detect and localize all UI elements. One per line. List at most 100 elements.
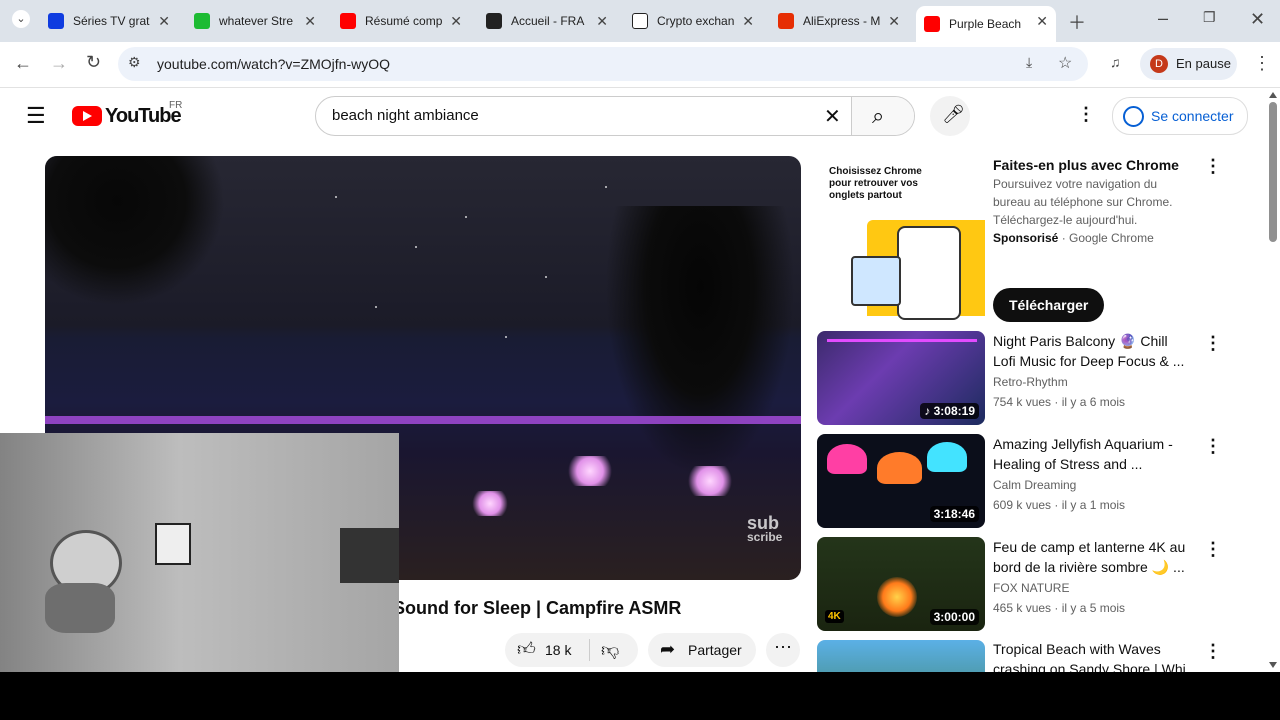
hamburger-menu-icon[interactable]: ☰ — [26, 103, 46, 129]
browser-tab-active[interactable]: Purple Beach ✕ — [916, 6, 1056, 42]
forward-icon[interactable]: → — [50, 53, 68, 74]
star — [505, 336, 507, 338]
channel-name[interactable]: Calm Dreaming — [993, 476, 1076, 494]
media-controls-icon[interactable]: ♫ — [1110, 54, 1121, 70]
browser-tab[interactable]: Accueil - FRA ✕ — [486, 6, 616, 36]
channel-name[interactable]: FOX NATURE — [993, 579, 1069, 597]
minimize-icon[interactable]: – — [1158, 8, 1168, 29]
signin-button[interactable]: Se connecter — [1112, 97, 1248, 135]
star — [605, 186, 607, 188]
video-menu-icon[interactable]: ⋮ — [1204, 436, 1222, 457]
close-tab-icon[interactable]: ✕ — [1036, 13, 1048, 30]
close-tab-icon[interactable]: ✕ — [596, 13, 608, 30]
tab-favicon-icon — [778, 13, 794, 29]
browser-tab[interactable]: AliExpress - M ✕ — [778, 6, 908, 36]
browser-tab[interactable]: Résumé comp ✕ — [340, 6, 470, 36]
4k-badge: 4K — [825, 610, 844, 623]
close-tab-icon[interactable]: ✕ — [450, 13, 462, 30]
ad-image-text: Choisissez Chrome pour retrouver vos ong… — [829, 166, 922, 201]
search-icon: ⌕ — [872, 103, 885, 128]
ad-cta-button[interactable]: Télécharger — [993, 288, 1105, 322]
install-app-icon[interactable]: ⤓ — [1026, 54, 1032, 71]
beach-glow — [565, 456, 615, 486]
video-menu-icon[interactable]: ⋮ — [1204, 641, 1222, 662]
close-window-icon[interactable]: ✕ — [1250, 9, 1265, 30]
page-scrollbar[interactable] — [1266, 88, 1280, 672]
share-button[interactable]: ➦ Partager — [648, 633, 756, 667]
url-text[interactable]: youtube.com/watch?v=ZMOjfn-wyOQ — [157, 56, 390, 72]
tab-favicon-icon — [632, 13, 648, 29]
jellyfish-glow — [827, 444, 867, 474]
star — [465, 216, 467, 218]
close-tab-icon[interactable]: ✕ — [304, 13, 316, 30]
close-tab-icon[interactable]: ✕ — [742, 13, 754, 30]
ad-menu-icon[interactable]: ⋮ — [1204, 156, 1222, 177]
video-thumbnail[interactable]: 4K 3:00:00 — [817, 537, 985, 631]
video-thumbnail[interactable]: ♪ 3:08:19 — [817, 331, 985, 425]
subscribe-watermark[interactable]: sub scribe — [747, 514, 783, 544]
jellyfish-glow — [877, 452, 922, 484]
video-title-line[interactable]: Tropical Beach with Waves — [993, 639, 1161, 659]
video-title: Sound for Sleep | Campfire ASMR — [393, 598, 682, 618]
like-icon[interactable]: 👍︎ — [517, 638, 536, 660]
video-thumbnail[interactable] — [817, 640, 985, 672]
region-label: FR — [169, 100, 183, 111]
profile-avatar: D — [1150, 55, 1168, 73]
video-duration: ♪ 3:08:19 — [920, 403, 979, 419]
new-tab-icon[interactable]: ＋ — [1068, 9, 1086, 35]
neon-strip — [827, 339, 977, 342]
ad-image[interactable]: Choisissez Chrome pour retrouver vos ong… — [817, 156, 985, 320]
watermark-scribe: scribe — [747, 530, 783, 544]
tab-favicon-icon — [48, 13, 64, 29]
tab-favicon-icon — [486, 13, 502, 29]
search-input[interactable]: beach night ambiance — [332, 107, 479, 124]
youtube-logo-icon[interactable] — [72, 106, 102, 126]
voice-search-button[interactable]: 🎤︎ — [930, 96, 970, 136]
settings-menu-icon[interactable]: ⋮ — [1077, 104, 1095, 125]
tab-favicon-icon — [924, 16, 940, 32]
browser-tab[interactable]: Crypto exchan ✕ — [632, 6, 762, 36]
video-title-line[interactable]: crashing on Sandy Shore | Whi... — [993, 659, 1197, 672]
star — [545, 276, 547, 278]
share-icon: ➦ — [660, 639, 676, 659]
video-title-line[interactable]: Lofi Music for Deep Focus & ... — [993, 351, 1184, 371]
beach-glow — [470, 491, 510, 516]
search-box[interactable]: beach night ambiance ✕ ⌕ — [315, 96, 915, 136]
close-tab-icon[interactable]: ✕ — [158, 13, 170, 30]
wall-frame — [155, 523, 191, 565]
browser-menu-icon[interactable]: ⋮ — [1253, 53, 1271, 74]
tab-search-chevron-icon[interactable]: ⌄ — [12, 10, 30, 28]
video-title-line[interactable]: Healing of Stress and ... — [993, 454, 1142, 474]
restore-icon[interactable]: ❐ — [1203, 9, 1216, 26]
scrollbar-thumb[interactable] — [1269, 102, 1277, 242]
bookmark-star-icon[interactable]: ☆ — [1058, 53, 1072, 73]
browser-tab-strip: ⌄ Séries TV grat ✕ whatever Stre ✕ Résumé … — [0, 0, 1280, 42]
video-menu-icon[interactable]: ⋮ — [1204, 333, 1222, 354]
site-info-icon[interactable]: ⚙ — [128, 54, 141, 71]
video-menu-icon[interactable]: ⋮ — [1204, 539, 1222, 560]
scroll-down-icon[interactable] — [1269, 662, 1277, 668]
video-title-line[interactable]: Amazing Jellyfish Aquarium - — [993, 434, 1173, 454]
scroll-up-icon[interactable] — [1269, 92, 1277, 98]
back-icon[interactable]: ← — [14, 53, 32, 74]
lamp — [45, 583, 115, 633]
reload-icon[interactable]: ↻ — [86, 52, 101, 73]
video-thumbnail[interactable]: 3:18:46 — [817, 434, 985, 528]
channel-name[interactable]: Retro-Rhythm — [993, 373, 1068, 391]
video-title-line[interactable]: Feu de camp et lanterne 4K au — [993, 537, 1185, 557]
profile-button[interactable]: D En pause — [1140, 48, 1237, 80]
dislike-icon[interactable]: 👎︎ — [601, 639, 619, 661]
close-tab-icon[interactable]: ✕ — [888, 13, 900, 30]
browser-tab[interactable]: whatever Stre ✕ — [194, 6, 324, 36]
ad-sponsored: Sponsorisé · Google Chrome — [993, 231, 1154, 245]
microphone-icon: 🎤︎ — [942, 104, 965, 124]
video-title-line[interactable]: Night Paris Balcony 🔮 Chill — [993, 331, 1168, 351]
address-bar[interactable]: ⚙ youtube.com/watch?v=ZMOjfn-wyOQ ⤓ ☆ — [118, 47, 1088, 81]
browser-tab[interactable]: Séries TV grat ✕ — [48, 6, 178, 36]
video-title-line[interactable]: bord de la rivière sombre 🌙 ... — [993, 557, 1185, 577]
search-button[interactable]: ⌕ — [851, 97, 914, 135]
more-actions-button[interactable]: ⋯ — [766, 633, 800, 667]
clear-search-icon[interactable]: ✕ — [824, 104, 841, 129]
ad-title[interactable]: Faites-en plus avec Chrome — [993, 155, 1179, 175]
like-count[interactable]: 18 k — [545, 642, 571, 658]
